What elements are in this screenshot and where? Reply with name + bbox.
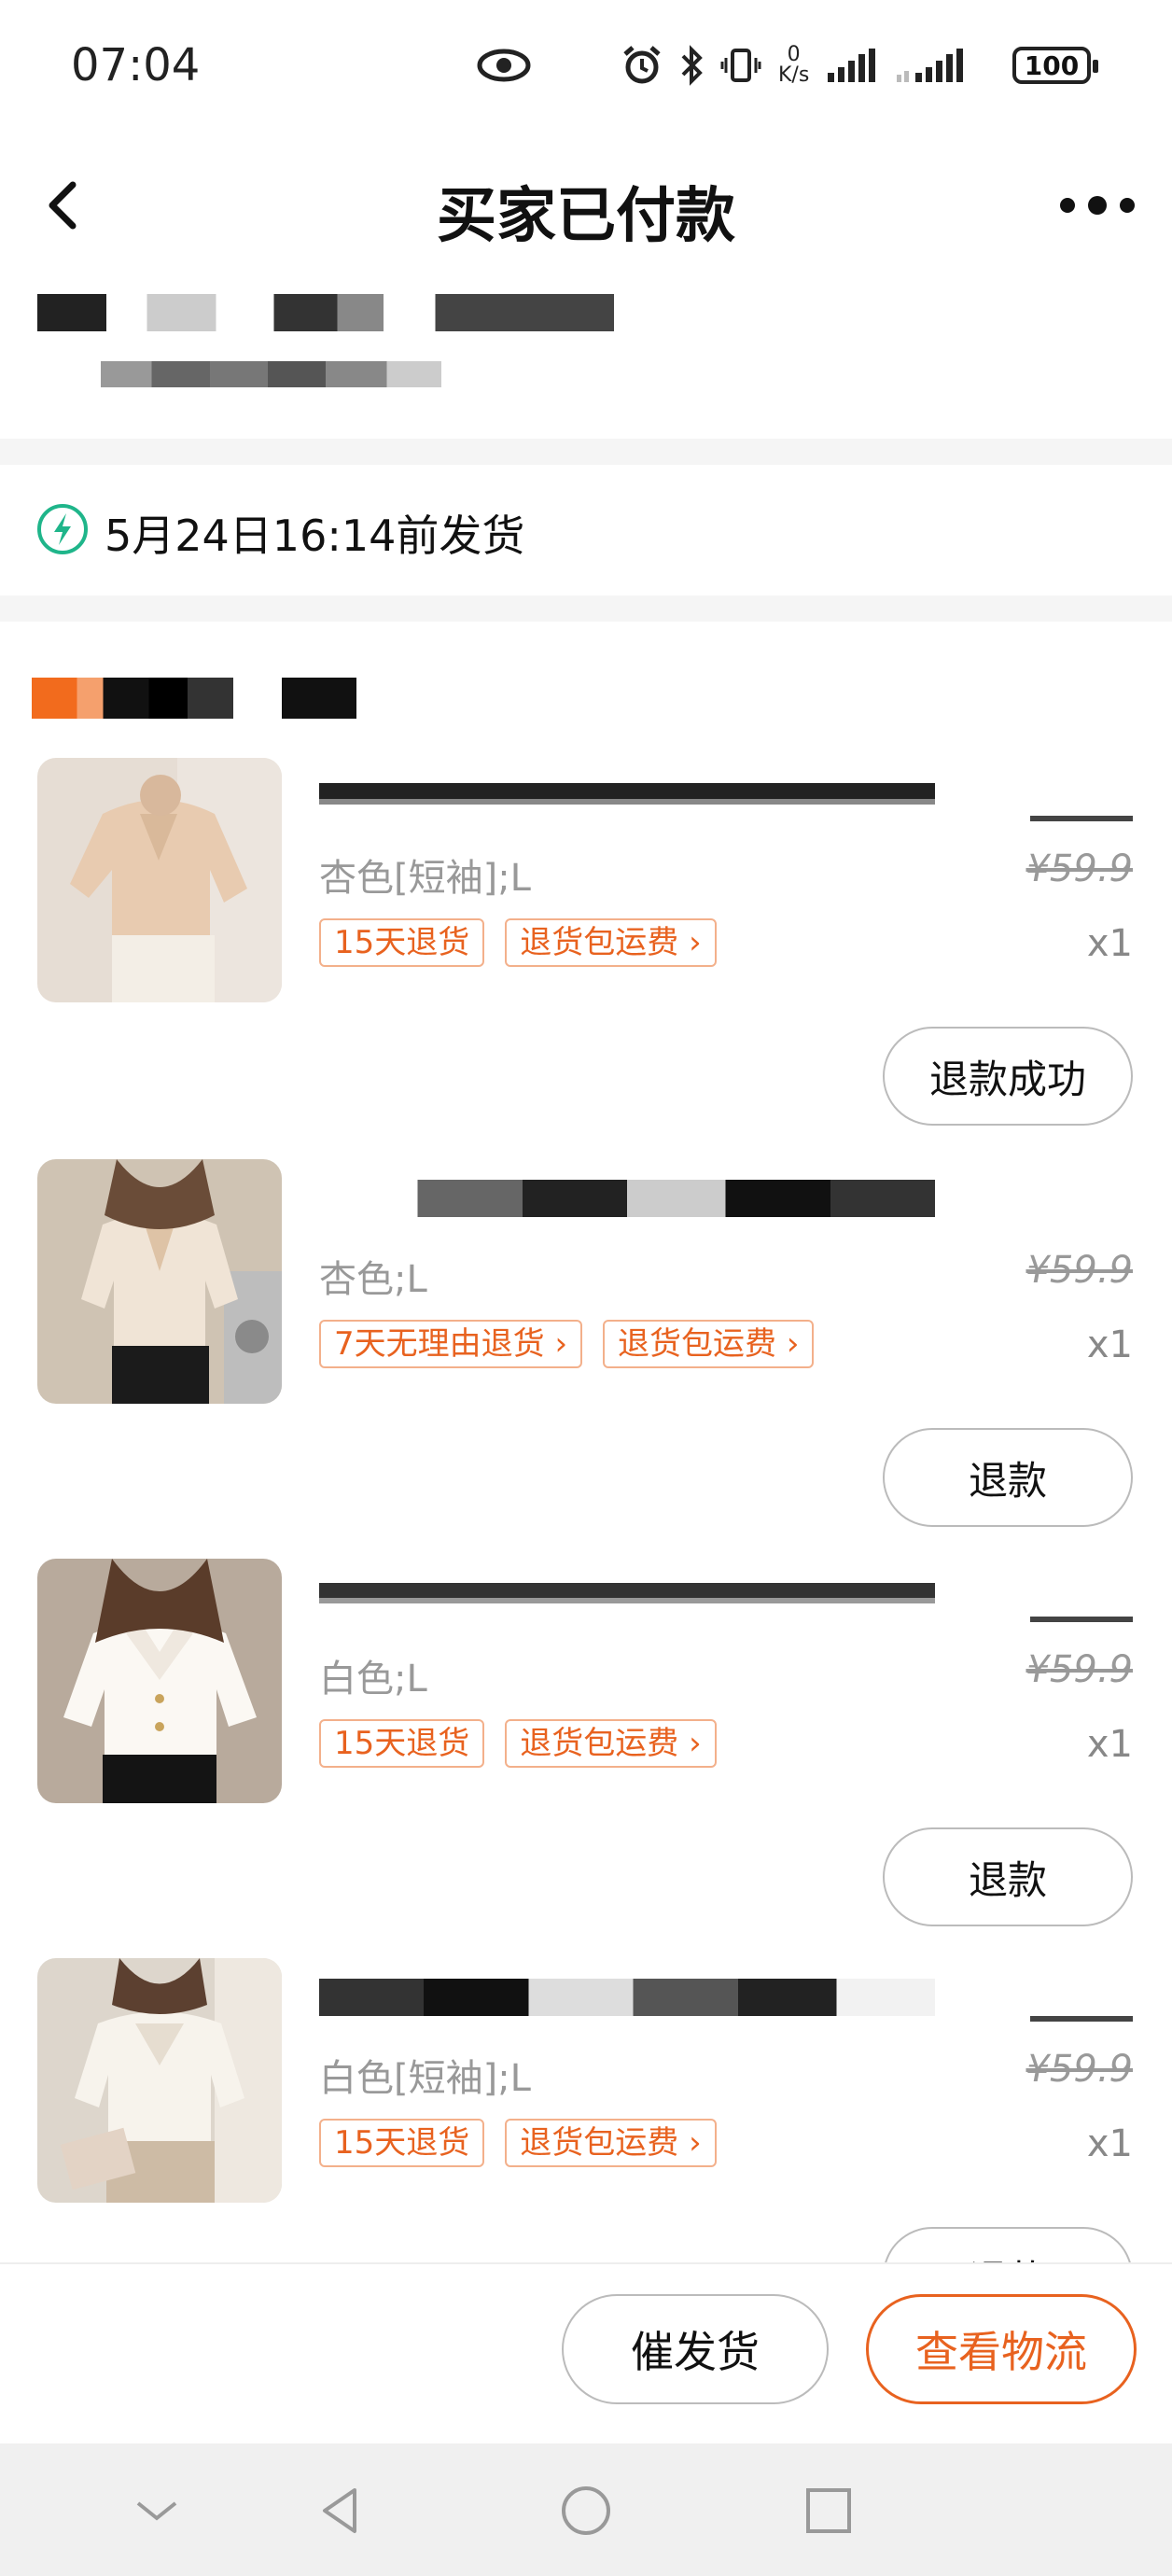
product-spec: 杏色;L xyxy=(319,1258,427,1301)
service-tags: 15天退货 退货包运费 › xyxy=(319,918,717,967)
product-image[interactable] xyxy=(37,758,282,1002)
order-card: 杏色[短袖];L ¥59.9 15天退货 退货包运费 › x1 退款成功 杏色;… xyxy=(0,622,1172,2264)
product-quantity: x1 xyxy=(1086,1723,1133,1766)
service-tags: 7天无理由退货 › 退货包运费 › xyxy=(319,1320,815,1368)
product-image[interactable] xyxy=(37,1958,282,2203)
signal-icon-2 xyxy=(895,47,966,84)
refund-button[interactable]: 退款 xyxy=(883,2227,1133,2264)
redacted-product-name xyxy=(319,1180,935,1217)
back-triangle-icon[interactable] xyxy=(314,2483,370,2539)
redacted-product-name xyxy=(319,1579,935,1617)
product-quantity: x1 xyxy=(1086,2122,1133,2165)
status-time: 07:04 xyxy=(71,39,201,91)
alarm-icon xyxy=(621,45,663,86)
price-divider xyxy=(1030,2016,1133,2022)
product-image[interactable] xyxy=(37,1159,282,1404)
refund-button[interactable]: 退款 xyxy=(883,1827,1133,1926)
return-tag[interactable]: 15天退货 xyxy=(319,918,485,967)
return-shipping-tag[interactable]: 退货包运费 › xyxy=(505,2119,717,2167)
status-icons: 0 K/s xyxy=(476,37,966,93)
redacted-product-name xyxy=(319,1979,935,2016)
eye-icon xyxy=(476,47,532,84)
redacted-name xyxy=(37,294,614,331)
lightning-icon xyxy=(37,504,88,554)
shipping-deadline-section: 5月24日16:14前发货 xyxy=(0,465,1172,595)
more-button[interactable] xyxy=(1060,177,1135,233)
view-logistics-button[interactable]: 查看物流 xyxy=(866,2294,1137,2404)
product-spec: 白色[短袖];L xyxy=(319,2057,531,2100)
product-price: ¥59.9 xyxy=(1026,1648,1133,1691)
redacted-shop-name[interactable] xyxy=(32,678,356,719)
return-tag[interactable]: 15天退货 xyxy=(319,2119,485,2167)
nav-bar: 买家已付款 xyxy=(0,140,1172,275)
system-nav-bar xyxy=(0,2443,1172,2576)
product-quantity: x1 xyxy=(1086,922,1133,965)
vibrate-icon xyxy=(720,45,761,86)
service-tags: 15天退货 退货包运费 › xyxy=(319,1719,717,1768)
redacted-product-name xyxy=(319,778,935,816)
product-quantity: x1 xyxy=(1086,1323,1133,1366)
refund-success-button[interactable]: 退款成功 xyxy=(883,1027,1133,1126)
more-dot-icon xyxy=(1060,198,1075,213)
refund-button[interactable]: 退款 xyxy=(883,1428,1133,1527)
product-price: ¥59.9 xyxy=(1026,2048,1133,2091)
price-divider xyxy=(1030,1617,1133,1622)
price-divider xyxy=(1030,816,1133,821)
order-item[interactable]: 白色[短袖];L ¥59.9 15天退货 退货包运费 › x1 退款 xyxy=(0,1958,1172,2264)
return-shipping-tag[interactable]: 退货包运费 › xyxy=(603,1320,815,1368)
return-shipping-tag[interactable]: 退货包运费 › xyxy=(505,1719,717,1768)
more-dot-icon xyxy=(1120,198,1135,213)
battery-indicator: 100 xyxy=(1012,47,1098,84)
net-speed: 0 K/s xyxy=(778,43,810,87)
address-section[interactable] xyxy=(0,275,1172,439)
chevron-down-icon[interactable] xyxy=(129,2483,185,2539)
product-spec: 白色;L xyxy=(319,1658,427,1701)
home-circle-icon[interactable] xyxy=(558,2483,614,2539)
bluetooth-icon xyxy=(679,45,704,86)
shipping-deadline-text: 5月24日16:14前发货 xyxy=(105,511,525,561)
order-item[interactable]: 杏色[短袖];L ¥59.9 15天退货 退货包运费 › x1 退款成功 xyxy=(0,758,1172,1157)
order-item[interactable]: 白色;L ¥59.9 15天退货 退货包运费 › x1 退款 xyxy=(0,1559,1172,1958)
product-price: ¥59.9 xyxy=(1026,847,1133,890)
bottom-action-bar: 催发货 查看物流 xyxy=(0,2262,1172,2443)
more-dot-icon xyxy=(1088,196,1107,215)
page-title: 买家已付款 xyxy=(437,182,735,251)
return-tag[interactable]: 7天无理由退货 › xyxy=(319,1320,583,1368)
product-price: ¥59.9 xyxy=(1026,1249,1133,1292)
return-shipping-tag[interactable]: 退货包运费 › xyxy=(505,918,717,967)
return-tag[interactable]: 15天退货 xyxy=(319,1719,485,1768)
battery-level: 100 xyxy=(1024,49,1080,81)
product-image[interactable] xyxy=(37,1559,282,1803)
redacted-address xyxy=(101,361,441,387)
service-tags: 15天退货 退货包运费 › xyxy=(319,2119,717,2167)
recents-square-icon[interactable] xyxy=(801,2483,857,2539)
signal-icon xyxy=(826,47,878,84)
status-bar: 07:04 0 K/s 100 xyxy=(0,0,1172,140)
product-spec: 杏色[短袖];L xyxy=(319,857,531,900)
order-item[interactable]: 杏色;L ¥59.9 7天无理由退货 › 退货包运费 › x1 退款 xyxy=(0,1159,1172,1559)
urge-shipment-button[interactable]: 催发货 xyxy=(562,2294,829,2404)
